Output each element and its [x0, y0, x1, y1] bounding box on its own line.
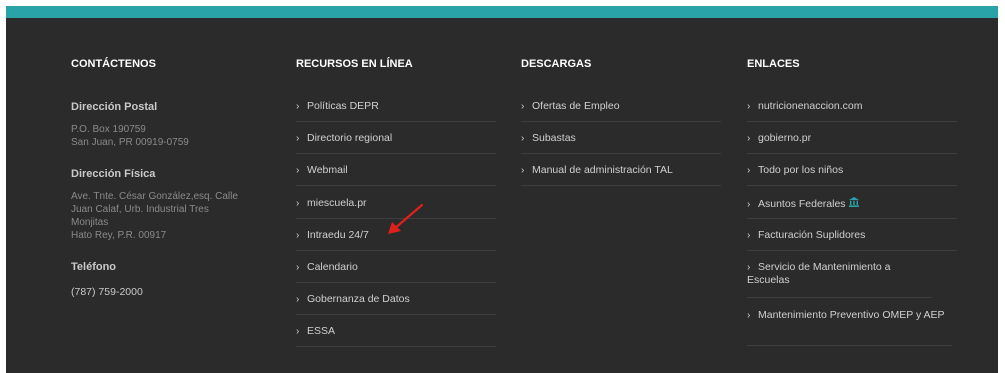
- download-link-manual-tal[interactable]: › Manual de administración TAL: [521, 164, 721, 186]
- chevron-right-icon: ›: [521, 165, 525, 176]
- download-link-subastas[interactable]: › Subastas: [521, 132, 721, 154]
- resource-link-essa[interactable]: › ESSA: [296, 325, 496, 347]
- link-label: Webmail: [307, 164, 348, 176]
- chevron-right-icon: ›: [747, 230, 751, 241]
- chevron-right-icon: ›: [747, 133, 751, 144]
- link-label: ESSA: [307, 325, 336, 337]
- chevron-right-icon: ›: [296, 133, 300, 144]
- chevron-right-icon: ›: [747, 165, 751, 176]
- resource-link-directorio[interactable]: › Directorio regional: [296, 132, 496, 154]
- link-label: Ofertas de Empleo: [532, 100, 620, 112]
- postal-address: P.O. Box 190759 San Juan, PR 00919-0759: [71, 123, 266, 149]
- link-label: Subastas: [532, 132, 576, 144]
- physical-address: Ave. Tnte. César González,esq. Calle Jua…: [71, 190, 266, 242]
- phone-number: (787) 759-2000: [71, 286, 143, 298]
- external-link-facturacion[interactable]: › Facturación Suplidores: [747, 229, 957, 251]
- chevron-right-icon: ›: [296, 101, 300, 112]
- accent-bar: [6, 6, 998, 18]
- link-label: nutricionenaccion.com: [758, 100, 863, 112]
- chevron-right-icon: ›: [296, 294, 300, 305]
- resources-heading: RECURSOS EN LÍNEA: [296, 58, 413, 70]
- link-label: Políticas DEPR: [307, 100, 379, 112]
- chevron-right-icon: ›: [296, 262, 300, 273]
- link-label: Calendario: [307, 261, 358, 273]
- link-label: miescuela.pr: [307, 197, 367, 209]
- link-label: Asuntos Federales: [758, 198, 846, 210]
- contact-heading: CONTÁCTENOS: [71, 58, 156, 70]
- chevron-right-icon: ›: [747, 101, 751, 112]
- physical-line: Ave. Tnte. César González,esq. Calle: [71, 191, 238, 202]
- downloads-column: DESCARGAS › Ofertas de Empleo › Subastas ›…: [521, 56, 721, 186]
- chevron-right-icon: ›: [296, 326, 300, 337]
- footer: CONTÁCTENOS Dirección Postal P.O. Box 19…: [6, 6, 998, 373]
- link-label: Gobernanza de Datos: [307, 293, 410, 305]
- external-link-nutricion[interactable]: › nutricionenaccion.com: [747, 100, 957, 122]
- chevron-right-icon: ›: [521, 133, 525, 144]
- chevron-right-icon: ›: [296, 198, 300, 209]
- link-label: Directorio regional: [307, 132, 393, 144]
- link-label: gobierno.pr: [758, 132, 812, 144]
- external-link-mantenimiento-escuelas[interactable]: › Servicio de Mantenimiento a Escuelas: [747, 261, 932, 298]
- postal-line: San Juan, PR 00919-0759: [71, 137, 189, 148]
- link-label: Servicio de Mantenimiento a Escuelas: [747, 261, 891, 286]
- chevron-right-icon: ›: [521, 101, 525, 112]
- external-link-ninos[interactable]: › Todo por los niños: [747, 164, 957, 186]
- physical-line: Monjitas: [71, 217, 109, 228]
- postal-address-heading: Dirección Postal: [71, 101, 158, 113]
- postal-line: P.O. Box 190759: [71, 124, 146, 135]
- contact-column: CONTÁCTENOS Dirección Postal P.O. Box 19…: [71, 56, 271, 298]
- link-label: Manual de administración TAL: [532, 164, 673, 176]
- chevron-right-icon: ›: [747, 310, 751, 321]
- annotation-arrow-icon: [388, 203, 424, 234]
- resources-column: RECURSOS EN LÍNEA › Políticas DEPR › Direc…: [296, 56, 496, 347]
- resource-link-politicas[interactable]: › Políticas DEPR: [296, 100, 496, 122]
- chevron-right-icon: ›: [296, 230, 300, 241]
- bank-icon: [848, 197, 859, 210]
- phone-heading: Teléfono: [71, 261, 117, 273]
- link-label: Todo por los niños: [758, 164, 844, 176]
- resource-link-webmail[interactable]: › Webmail: [296, 164, 496, 186]
- physical-line: Juan Calaf, Urb. Industrial Tres: [71, 204, 209, 215]
- external-link-omep[interactable]: › Mantenimiento Preventivo OMEP y AEP: [747, 309, 952, 346]
- downloads-heading: DESCARGAS: [521, 58, 592, 70]
- chevron-right-icon: ›: [296, 165, 300, 176]
- links-column: ENLACES › nutricionenaccion.com › gobierno…: [747, 56, 962, 346]
- chevron-right-icon: ›: [747, 262, 751, 273]
- external-link-federales[interactable]: › Asuntos Federales: [747, 197, 957, 219]
- link-label: Mantenimiento Preventivo OMEP y AEP: [758, 309, 945, 321]
- links-heading: ENLACES: [747, 58, 800, 70]
- external-link-gobierno[interactable]: › gobierno.pr: [747, 132, 957, 154]
- physical-line: Hato Rey, P.R. 00917: [71, 230, 167, 241]
- download-link-empleo[interactable]: › Ofertas de Empleo: [521, 100, 721, 122]
- link-label: Intraedu 24/7: [307, 229, 369, 241]
- physical-address-heading: Dirección Física: [71, 168, 156, 180]
- link-label: Facturación Suplidores: [758, 229, 866, 241]
- resource-link-gobernanza[interactable]: › Gobernanza de Datos: [296, 293, 496, 315]
- chevron-right-icon: ›: [747, 199, 751, 210]
- resource-link-calendario[interactable]: › Calendario: [296, 261, 496, 283]
